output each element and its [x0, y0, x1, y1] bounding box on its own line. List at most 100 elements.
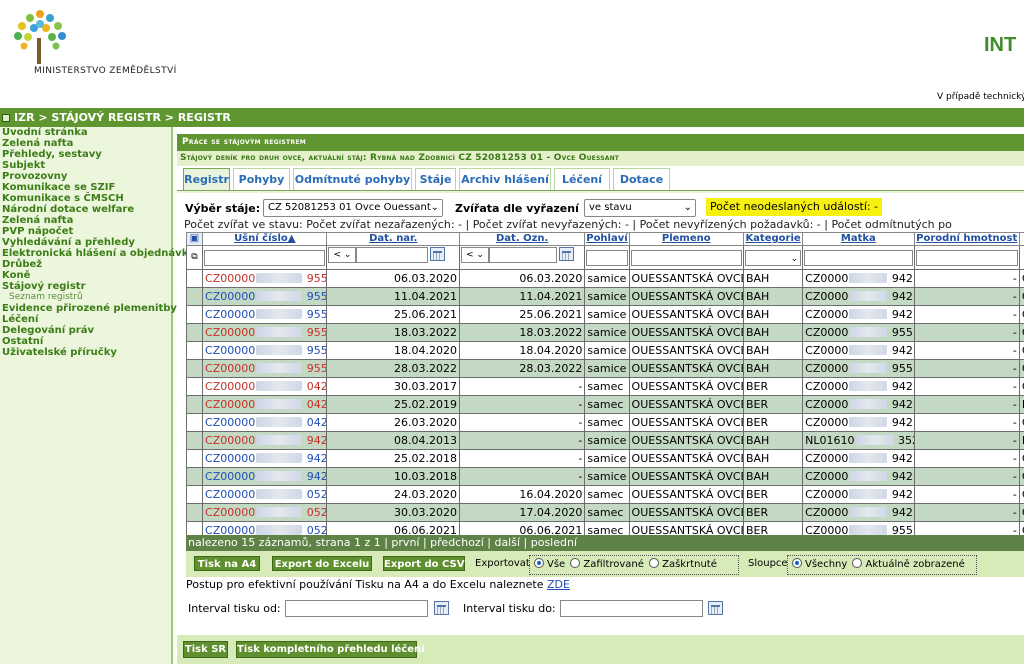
- table-row[interactable]: CZ00000 955 28.03.2022 28.03.2022 samice OUE…: [185, 359, 1024, 378]
- row-check[interactable]: [185, 305, 204, 324]
- row-check[interactable]: [185, 413, 204, 432]
- tab-leceni[interactable]: Léčení: [554, 168, 610, 190]
- col-breed[interactable]: Plemeno: [628, 232, 744, 246]
- row-check[interactable]: [185, 323, 204, 342]
- print-treatment-button[interactable]: Tisk kompletního přehledu léčení: [236, 641, 425, 658]
- row-check[interactable]: [185, 377, 204, 396]
- table-row[interactable]: CZ00000 955 11.04.2021 11.04.2021 samice OUE…: [185, 287, 1024, 306]
- sidebar-item[interactable]: Evidence přirozené plemenitby: [0, 303, 177, 314]
- help-link[interactable]: ZDE: [547, 578, 570, 591]
- category-filter-select[interactable]: ⌄: [744, 249, 802, 266]
- ear-number-cell[interactable]: CZ00000 955: [202, 359, 328, 378]
- sidebar-item[interactable]: Subjekt: [0, 160, 171, 171]
- radio-all[interactable]: [534, 558, 544, 568]
- table-row[interactable]: CZ00000 955 18.04.2020 18.04.2020 samice OUE…: [185, 341, 1024, 360]
- calendar-icon[interactable]: [430, 247, 446, 261]
- breed-filter-input[interactable]: [630, 249, 742, 266]
- table-row[interactable]: CZ00000 955 25.06.2021 25.06.2021 samice OUE…: [185, 305, 1024, 324]
- radio-filtered[interactable]: [570, 558, 581, 568]
- ear-number-cell[interactable]: CZ00000 955: [202, 269, 328, 288]
- table-row[interactable]: CZ00000 042 30.03.2017- samec OUESSANTSKÁ O…: [185, 377, 1024, 396]
- birth-filter-input[interactable]: [356, 247, 429, 263]
- table-row[interactable]: CZ00000 942 08.04.2013- samice OUESSANTSKÁ …: [185, 431, 1024, 450]
- radio-visible-columns[interactable]: [852, 558, 863, 568]
- stable-select[interactable]: CZ 52081253 01 Ovce Ouessant ⌄: [263, 199, 443, 217]
- row-check[interactable]: [185, 503, 204, 522]
- sidebar-item[interactable]: Vyhledávání a přehledy: [0, 237, 171, 248]
- ear-number-cell[interactable]: CZ00000 042: [202, 377, 328, 396]
- birth-op-select[interactable]: < ⌄: [328, 247, 357, 263]
- table-row[interactable]: CZ00000 052 24.03.2020 16.04.2020 samec OUES…: [185, 485, 1024, 504]
- calendar-icon[interactable]: [434, 601, 449, 615]
- row-check[interactable]: [185, 449, 204, 468]
- table-row[interactable]: CZ00000 052 30.03.2020 17.04.2020 samec OUES…: [185, 503, 1024, 522]
- sidebar-item[interactable]: Přehledy, sestavy: [0, 149, 171, 160]
- ear-number-cell[interactable]: CZ00000 942: [202, 467, 328, 486]
- radio-checked[interactable]: [649, 558, 660, 568]
- col-sex[interactable]: Pohlaví: [584, 232, 630, 246]
- pager[interactable]: nalezeno 15 záznamů, strana 1 z 1 | prvn…: [186, 535, 1024, 551]
- sidebar-item[interactable]: Delegování práv: [0, 325, 171, 336]
- ear-number-cell[interactable]: CZ00000 942: [202, 449, 328, 468]
- radio-all-columns[interactable]: [792, 558, 802, 568]
- tab-archiv-hlaseni[interactable]: Archiv hlášení: [459, 168, 551, 190]
- row-check[interactable]: [185, 359, 204, 378]
- sidebar-item[interactable]: Elektronická hlášení a objednávky: [0, 248, 195, 259]
- sort-select[interactable]: ve stavu ⌄: [584, 199, 696, 217]
- tab-pohyby[interactable]: Pohyby: [233, 168, 290, 190]
- sidebar-subitem[interactable]: Seznam registrů: [0, 292, 171, 303]
- row-check[interactable]: [185, 269, 204, 288]
- tab-dotace[interactable]: Dotace: [613, 168, 670, 190]
- ear-number-cell[interactable]: CZ00000 955: [202, 323, 328, 342]
- ear-number-cell[interactable]: CZ00000 052: [202, 503, 328, 522]
- table-row[interactable]: CZ00000 942 25.02.2018- samice OUESSANTSKÁ …: [185, 449, 1024, 468]
- table-row[interactable]: CZ00000 955 06.03.2020 06.03.2020 samice OUE…: [185, 269, 1024, 288]
- sidebar-item[interactable]: Zelená nafta: [0, 138, 171, 149]
- row-check[interactable]: [185, 287, 204, 306]
- col-ear-number[interactable]: Ušní číslo▲: [202, 232, 328, 246]
- col-birth-weight[interactable]: Porodní hmotnost: [913, 232, 1020, 246]
- ear-number-cell[interactable]: CZ00000 042: [202, 395, 328, 414]
- weight-filter-input[interactable]: [915, 249, 1018, 266]
- col-mark-date[interactable]: Dat. Ozn.: [458, 232, 586, 246]
- print-a4-button[interactable]: Tisk na A4: [194, 556, 260, 571]
- ear-number-cell[interactable]: CZ00000 955: [202, 341, 328, 360]
- ear-number-cell[interactable]: CZ00000 052: [202, 485, 328, 504]
- calendar-icon[interactable]: [558, 247, 574, 261]
- interval-from-input[interactable]: [285, 600, 428, 617]
- ear-number-cell[interactable]: CZ00000 955: [202, 287, 328, 306]
- tab-registr[interactable]: Registr: [183, 168, 230, 190]
- export-csv-button[interactable]: Export do CSV: [383, 556, 465, 571]
- mark-op-select[interactable]: < ⌄: [460, 247, 489, 263]
- tab-staje[interactable]: Stáje: [415, 168, 456, 190]
- col-category[interactable]: Kategorie: [742, 232, 804, 246]
- sidebar-item[interactable]: Provozovny: [0, 171, 171, 182]
- ear-number-cell[interactable]: CZ00000 042: [202, 413, 328, 432]
- row-check[interactable]: [185, 431, 204, 450]
- table-row[interactable]: CZ00000 042 26.03.2020- samec OUESSANTSKÁ O…: [185, 413, 1024, 432]
- mother-filter-input[interactable]: [804, 249, 913, 266]
- sidebar-item[interactable]: Léčení: [0, 314, 171, 325]
- row-check[interactable]: [185, 395, 204, 414]
- sidebar-item[interactable]: Úvodní stránka: [0, 127, 171, 138]
- select-all-icon[interactable]: ▣: [185, 232, 204, 246]
- tab-odmitnute-pohyby[interactable]: Odmítnuté pohyby: [293, 168, 412, 190]
- row-check[interactable]: [185, 341, 204, 360]
- ear-number-cell[interactable]: CZ00000 955: [202, 305, 328, 324]
- sidebar-item[interactable]: PVP nápočet: [0, 226, 171, 237]
- breadcrumb-text[interactable]: IZR > STÁJOVÝ REGISTR > REGISTR: [14, 111, 231, 124]
- menu-toggle-icon[interactable]: [2, 114, 10, 122]
- sidebar-item[interactable]: Stájový registr: [0, 281, 171, 292]
- export-excel-button[interactable]: Export do Excelu: [272, 556, 372, 571]
- row-check[interactable]: [185, 467, 204, 486]
- ear-filter-input[interactable]: [204, 249, 326, 266]
- sidebar-item[interactable]: Drůbež: [0, 259, 171, 270]
- sidebar-item[interactable]: Komunikace s ČMSCH: [0, 193, 171, 204]
- table-row[interactable]: CZ00000 942 10.03.2018- samice OUESSANTSKÁ …: [185, 467, 1024, 486]
- col-mother[interactable]: Matka: [802, 232, 915, 246]
- table-row[interactable]: CZ00000 042 25.02.2019- samec OUESSANTSKÁ O…: [185, 395, 1024, 414]
- table-row[interactable]: CZ00000 955 18.03.2022 18.03.2022 samice OUE…: [185, 323, 1024, 342]
- sidebar-item[interactable]: Komunikace se SZIF: [0, 182, 171, 193]
- sidebar-item[interactable]: Uživatelské příručky: [0, 347, 171, 358]
- col-extra[interactable]: [1018, 232, 1024, 246]
